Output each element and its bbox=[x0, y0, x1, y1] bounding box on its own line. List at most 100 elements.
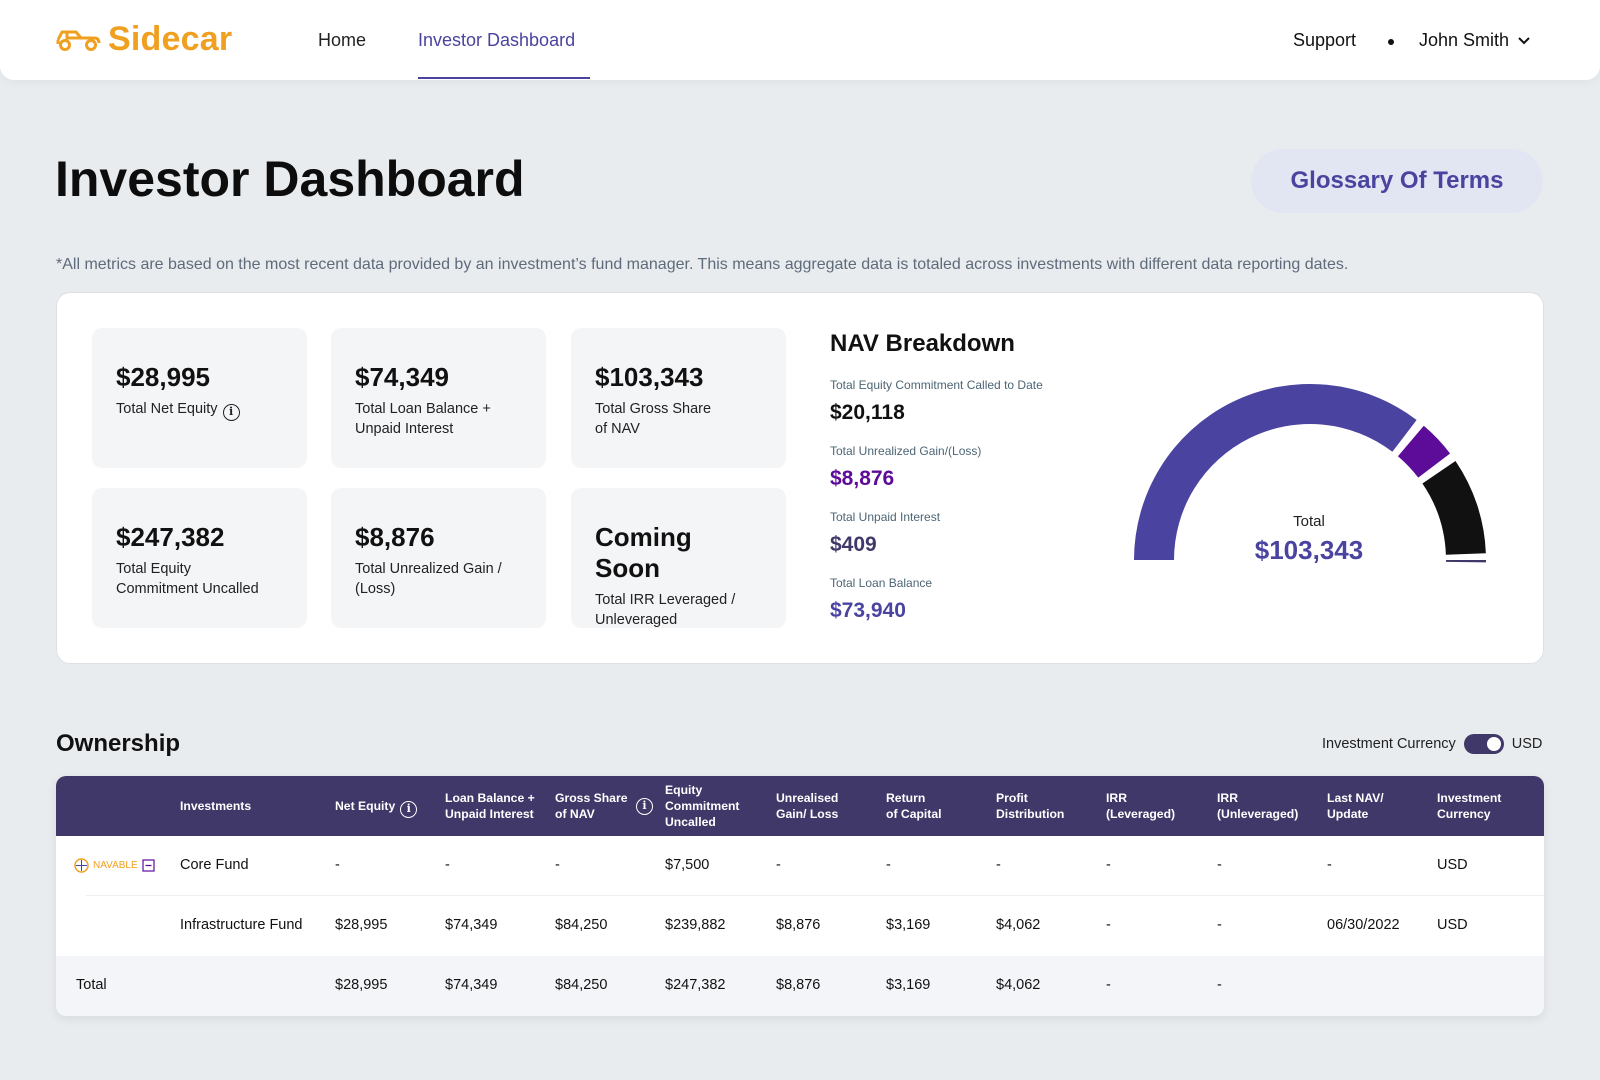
cell-irr-leveraged: - bbox=[1106, 917, 1111, 933]
col-header-investments: Investments bbox=[180, 799, 252, 813]
cell-equity-uncalled: $7,500 bbox=[665, 857, 710, 873]
cell-investment[interactable]: Core Fund bbox=[180, 857, 249, 873]
metric-label-text: Total Net Equity bbox=[116, 401, 218, 417]
col-header-line: Investment bbox=[1437, 791, 1502, 805]
metric-value: $8,876 bbox=[355, 522, 435, 552]
metric-card-irr: Coming Soon Total IRR Leveraged / Unlever… bbox=[571, 488, 786, 628]
cell-total-label: Total bbox=[76, 977, 107, 993]
metric-value: $103,343 bbox=[595, 362, 704, 392]
nav-item-label: Total Unpaid Interest bbox=[830, 510, 941, 524]
cell-return-capital: $3,169 bbox=[886, 917, 931, 933]
cell-irr-unleveraged: - bbox=[1217, 977, 1222, 993]
metric-label-line: Total Equity bbox=[116, 561, 191, 577]
navable-logo-mark bbox=[74, 858, 89, 873]
nav-link-investor-dashboard[interactable]: Investor Dashboard bbox=[418, 30, 575, 51]
metric-label: Total Net Equity i bbox=[116, 399, 283, 421]
navable-logo-text: NAVABLE bbox=[93, 860, 138, 871]
gauge-total-label: Total bbox=[1293, 513, 1325, 530]
col-header-line: (Leveraged) bbox=[1106, 807, 1176, 821]
nav-link-support[interactable]: Support bbox=[1293, 30, 1356, 51]
cell-irr-unleveraged: - bbox=[1217, 917, 1222, 933]
cell-currency: USD bbox=[1437, 857, 1468, 873]
brand-logo[interactable]: Sidecar bbox=[54, 20, 232, 59]
table-row[interactable]: Infrastructure Fund $28,995 $74,349 $84,… bbox=[56, 896, 1544, 956]
active-tab-indicator bbox=[418, 77, 590, 79]
metric-card-unrealized-gain: $8,876 Total Unrealized Gain / (Loss) bbox=[331, 488, 546, 628]
col-header-unrealised: Unrealised Gain/ Loss bbox=[776, 790, 838, 822]
cell-loan-balance: $74,349 bbox=[445, 977, 498, 993]
metric-label-line: Total Loan Balance + bbox=[355, 401, 491, 417]
nav-item-value: $20,118 bbox=[830, 401, 905, 424]
cell-last-nav: - bbox=[1327, 857, 1332, 873]
nav-link-home[interactable]: Home bbox=[318, 30, 366, 51]
nav-item-value: $409 bbox=[830, 533, 877, 556]
gauge-segment-total-equity-commitment-called-to-date[interactable] bbox=[1422, 460, 1486, 555]
metric-label: Total Gross Share of NAV bbox=[595, 399, 762, 439]
gauge-segment-total-loan-balance[interactable] bbox=[1134, 384, 1417, 560]
col-header-line: Gross Share bbox=[555, 791, 628, 805]
user-name: John Smith bbox=[1419, 30, 1510, 50]
navable-logo: NAVABLE bbox=[74, 858, 155, 873]
row-divider bbox=[86, 895, 1544, 896]
metric-card-gross-share-nav: $103,343 Total Gross Share of NAV bbox=[571, 328, 786, 468]
cell-loan-balance: $74,349 bbox=[445, 917, 498, 933]
collapse-icon[interactable] bbox=[142, 859, 155, 872]
col-header-line: Currency bbox=[1437, 807, 1491, 821]
chevron-down-icon bbox=[1517, 30, 1531, 51]
cell-equity-uncalled: $247,382 bbox=[665, 977, 726, 993]
cell-gross-share: - bbox=[555, 857, 560, 873]
metric-label: Total Unrealized Gain / (Loss) bbox=[355, 559, 522, 599]
glossary-button[interactable]: Glossary Of Terms bbox=[1251, 149, 1543, 213]
cell-currency: USD bbox=[1437, 917, 1468, 933]
metric-label: Total Equity Commitment Uncalled bbox=[116, 559, 283, 599]
col-header-line: Return bbox=[886, 791, 926, 805]
info-icon[interactable]: i bbox=[222, 404, 240, 421]
table-row[interactable]: NAVABLE Core Fund - - - $7,500 - - - - -… bbox=[56, 836, 1544, 896]
col-header-line: of NAV bbox=[555, 807, 595, 821]
currency-toggle-group: Investment Currency USD bbox=[1322, 734, 1542, 754]
ownership-table: Investments Net Equity i Loan Balance + Un… bbox=[56, 776, 1544, 1016]
nav-breakdown-title: NAV Breakdown bbox=[830, 330, 1015, 357]
currency-toggle[interactable] bbox=[1463, 734, 1504, 754]
metric-card-loan-balance: $74,349 Total Loan Balance + Unpaid Inter… bbox=[331, 328, 546, 468]
metric-label-line: Unpaid Interest bbox=[355, 421, 454, 437]
cell-investment[interactable]: Infrastructure Fund bbox=[180, 917, 303, 933]
metric-label-line: Total IRR Leveraged / bbox=[595, 592, 736, 608]
cell-unrealised: $8,876 bbox=[776, 917, 821, 933]
brand-name: Sidecar bbox=[108, 20, 233, 58]
col-header-return-capital: Return of Capital bbox=[886, 790, 942, 822]
nav-item-value: $73,940 bbox=[830, 599, 906, 622]
metric-card-net-equity: $28,995 Total Net Equity i bbox=[92, 328, 307, 468]
col-header-line: of Capital bbox=[886, 807, 942, 821]
metric-value: Coming Soon bbox=[595, 522, 692, 583]
user-menu[interactable]: John Smith bbox=[1419, 30, 1531, 51]
info-icon[interactable]: i bbox=[636, 798, 653, 815]
info-icon[interactable]: i bbox=[400, 801, 418, 818]
nav-item-value: $8,876 bbox=[830, 467, 895, 490]
col-header-line: Commitment bbox=[665, 799, 740, 813]
metric-label-line: Total Unrealized Gain / bbox=[355, 561, 502, 577]
gauge-segment-total-unpaid-interest[interactable] bbox=[1445, 560, 1486, 563]
cell-unrealised: $8,876 bbox=[776, 977, 821, 993]
metric-label-line: Unleveraged bbox=[595, 612, 678, 628]
nav-item-label: Total Loan Balance bbox=[830, 576, 933, 590]
metric-label: Total IRR Leveraged / Unleveraged bbox=[595, 590, 762, 630]
col-header-line: Unpaid Interest bbox=[445, 807, 534, 821]
table-total-row: Total $28,995 $74,349 $84,250 $247,382 $… bbox=[56, 956, 1544, 1016]
col-header-line: IRR bbox=[1217, 791, 1238, 805]
col-header-line: (Unleveraged) bbox=[1217, 807, 1299, 821]
col-header-line: Last NAV/ bbox=[1327, 791, 1384, 805]
metric-label-line: Total Gross Share bbox=[595, 401, 712, 417]
cell-net-equity: $28,995 bbox=[335, 917, 388, 933]
col-header-text: Net Equity bbox=[335, 799, 396, 813]
cell-unrealised: - bbox=[776, 857, 781, 873]
currency-toggle-label: Investment Currency bbox=[1322, 736, 1456, 752]
table-header: Investments Net Equity i Loan Balance + Un… bbox=[56, 776, 1544, 836]
metric-value: $74,349 bbox=[355, 362, 449, 392]
metric-value: $28,995 bbox=[116, 362, 210, 392]
ownership-title: Ownership bbox=[56, 730, 181, 757]
cell-profit-distribution: $4,062 bbox=[996, 917, 1041, 933]
cell-net-equity: $28,995 bbox=[335, 977, 388, 993]
nav-item-label: Total Equity Commitment Called to Date bbox=[830, 378, 1043, 392]
nav-gauge-chart: Total $103,343 bbox=[1134, 384, 1486, 565]
